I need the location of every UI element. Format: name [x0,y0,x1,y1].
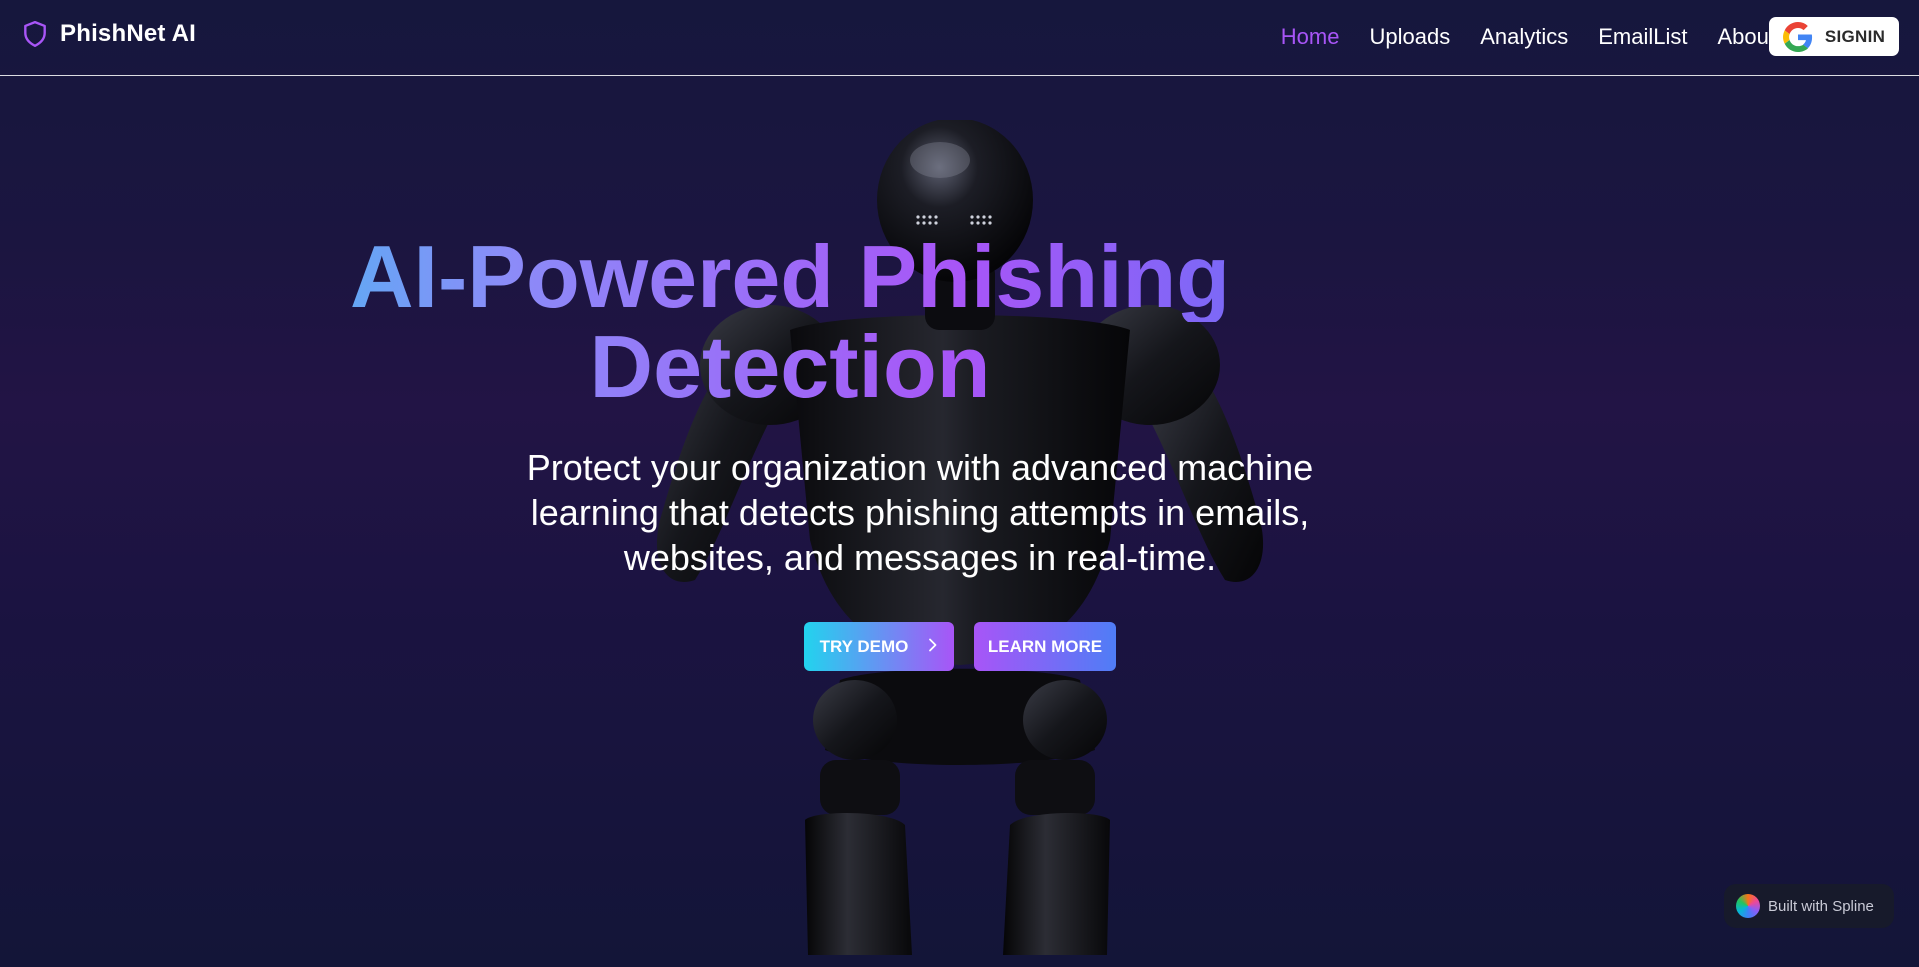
spline-badge-text: Built with Spline [1768,897,1874,915]
chevron-right-icon [928,637,938,657]
spline-logo-icon [1736,894,1760,918]
nav-analytics[interactable]: Analytics [1480,24,1568,50]
main-nav: Home Uploads Analytics EmailList About [1281,0,1775,74]
hero-subtitle: Protect your organization with advanced … [520,445,1400,580]
built-with-spline-badge[interactable]: Built with Spline [1724,884,1894,928]
hero-title-line-1: AI-Powered Phishing [80,232,1500,322]
nav-about[interactable]: About [1718,24,1776,50]
nav-emaillist[interactable]: EmailList [1598,24,1687,50]
learn-more-button[interactable]: LEARN MORE [974,622,1116,671]
navbar: PhishNet AI Home Uploads Analytics Email… [0,0,1919,76]
hero-subtitle-line-2: learning that detects phishing attempts … [530,492,1310,533]
hero-subtitle-line-3: websites, and messages in real-time. [623,537,1217,578]
brand-name: PhishNet AI [60,20,196,47]
nav-uploads[interactable]: Uploads [1369,24,1450,50]
nav-home[interactable]: Home [1281,24,1340,50]
google-icon [1782,21,1813,52]
hero-title: AI-Powered Phishing Detection [350,232,1500,412]
try-demo-button[interactable]: TRY DEMO [804,622,954,671]
signin-button[interactable]: SIGNIN [1769,17,1899,56]
signin-label: SIGNIN [1824,26,1886,46]
try-demo-label: TRY DEMO [819,636,909,656]
hero-title-line-2: Detection [80,322,1500,412]
shield-icon [22,20,48,48]
hero-subtitle-line-1: Protect your organization with advanced … [526,447,1314,488]
learn-more-label: LEARN MORE [987,636,1103,656]
brand[interactable]: PhishNet AI [22,20,196,48]
